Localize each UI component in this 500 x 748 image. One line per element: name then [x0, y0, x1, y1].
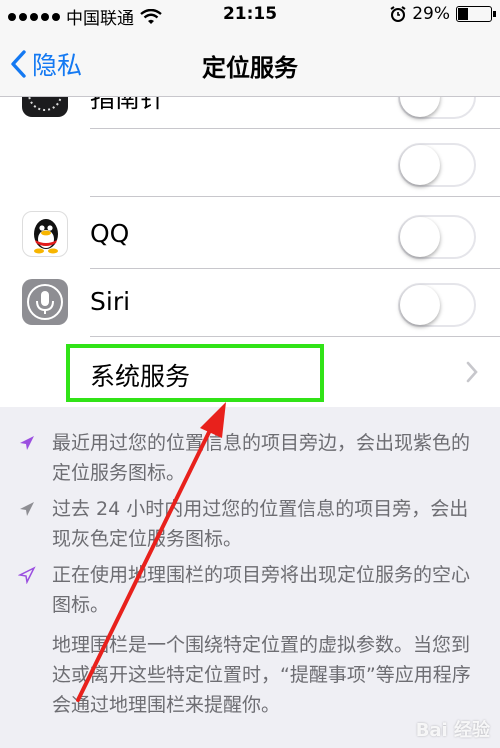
battery-percent: 29% [412, 4, 450, 24]
siri-toggle[interactable] [398, 283, 476, 327]
navigation-bar: 隐私 定位服务 [0, 30, 500, 97]
unnamed-app-toggle[interactable] [398, 143, 476, 187]
compass-label: 指南针 [90, 97, 166, 113]
highlight-box [66, 344, 324, 402]
list-item-unnamed [0, 129, 500, 197]
note-gray-text: 过去 24 小时内用过您的位置信息的项目旁，会出现灰色定位服务图标。 [52, 498, 469, 550]
status-bar: 中国联通 21:15 29% [0, 0, 500, 30]
watermark: Bai 经验 [415, 720, 490, 741]
note-outline-text: 正在使用地理围栏的项目旁将出现定位服务的空心图标。 [52, 564, 471, 616]
list-item-siri: Siri [0, 269, 500, 337]
compass-toggle[interactable] [398, 97, 476, 119]
siri-label: Siri [90, 287, 131, 316]
siri-microphone-icon [22, 279, 68, 325]
location-arrow-outline-icon [18, 566, 36, 584]
note-purple-text: 最近用过您的位置信息的项目旁边，会出现紫色的定位服务图标。 [52, 432, 471, 484]
note-geofence-text: 地理围栏是一个围绕特定位置的虚拟参数。当您到达或离开这些特定位置时，“提醒事项”… [52, 634, 471, 716]
page-title: 定位服务 [202, 54, 298, 82]
status-right: 29% [390, 4, 496, 24]
list-item-qq: QQ [0, 201, 500, 269]
location-arrow-purple-icon [20, 436, 34, 450]
qq-toggle[interactable] [398, 215, 476, 259]
alarm-icon [390, 6, 406, 22]
chevron-right-icon [466, 361, 478, 383]
compass-app-icon [22, 97, 68, 117]
location-arrow-gray-icon [20, 502, 34, 516]
qq-label: QQ [90, 219, 130, 248]
battery-icon [456, 6, 496, 22]
list-item-compass: 指南针 [0, 97, 500, 129]
qq-penguin-icon [22, 211, 68, 257]
